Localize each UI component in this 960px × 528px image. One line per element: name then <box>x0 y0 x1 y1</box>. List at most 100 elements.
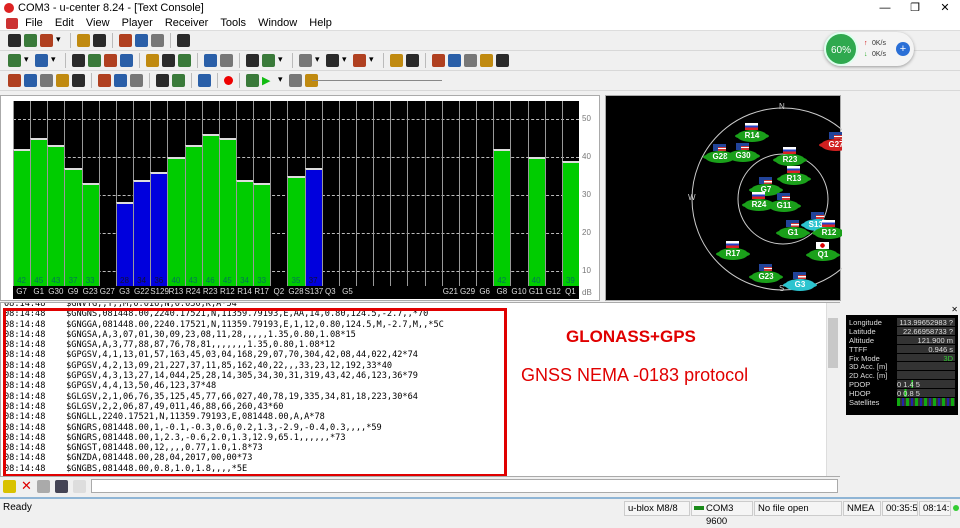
gear-2-icon[interactable] <box>114 74 127 87</box>
status-bar: Ready u-blox M8/8 COM3 9600 No file open… <box>0 497 960 527</box>
minimize-button[interactable]: — <box>870 0 900 16</box>
dropdown-icon[interactable]: ▾ <box>278 74 286 87</box>
chart-icon[interactable] <box>326 54 339 67</box>
gnss-reset-icon[interactable] <box>72 74 85 87</box>
cut-icon[interactable] <box>119 34 132 47</box>
pause-icon[interactable] <box>198 74 211 87</box>
satellite-marker[interactable]: R13 <box>779 173 809 185</box>
satellite-marker[interactable]: G30 <box>728 150 758 162</box>
dropdown-icon[interactable]: ▾ <box>342 54 350 67</box>
poll-icon[interactable] <box>178 54 191 67</box>
warm-start-icon[interactable] <box>24 74 37 87</box>
command-input[interactable] <box>90 479 838 493</box>
lock-icon[interactable] <box>3 479 16 493</box>
save-console-icon[interactable] <box>54 479 68 493</box>
rgb-icon[interactable] <box>464 54 477 67</box>
download-icon[interactable] <box>104 54 117 67</box>
satellite-marker[interactable]: R23 <box>775 154 805 166</box>
satellite-marker[interactable]: G3 <box>785 279 815 291</box>
console-icon[interactable] <box>390 54 403 67</box>
options-icon[interactable] <box>36 479 50 493</box>
record-icon[interactable] <box>224 76 233 85</box>
menu-player[interactable]: Player <box>122 16 153 30</box>
playback-slider[interactable] <box>312 80 442 81</box>
dropdown-icon[interactable]: ▾ <box>51 54 59 67</box>
gear-1-icon[interactable] <box>98 74 111 87</box>
data-label: Satellites <box>849 398 880 408</box>
plus-button[interactable]: + <box>896 42 910 56</box>
cold-start-icon[interactable] <box>40 74 53 87</box>
table-view-icon[interactable] <box>262 54 275 67</box>
status-time: 08:14:5 <box>919 501 951 516</box>
baudrate-icon[interactable] <box>35 54 48 67</box>
clear-icon[interactable]: ✕ <box>21 478 32 494</box>
print-preview-icon[interactable] <box>93 34 106 47</box>
camera-icon[interactable] <box>480 54 493 67</box>
autobaud-wand-icon[interactable] <box>72 54 85 67</box>
dropdown-icon[interactable]: ▾ <box>24 54 32 67</box>
window-icon[interactable] <box>496 54 509 67</box>
menu-window[interactable]: Window <box>258 16 297 30</box>
config-icon[interactable] <box>146 54 159 67</box>
toolbar-separator <box>112 33 113 48</box>
new-file-icon[interactable] <box>8 34 21 47</box>
view-split-icon[interactable] <box>204 54 217 67</box>
restore-button[interactable]: ❐ <box>900 0 930 16</box>
paste-icon[interactable] <box>151 34 164 47</box>
gps-reset-icon[interactable] <box>56 74 69 87</box>
hot-start-icon[interactable] <box>8 74 21 87</box>
menu-file[interactable]: File <box>25 16 43 30</box>
stop-icon[interactable] <box>172 74 185 87</box>
close-button[interactable]: ✕ <box>930 0 960 16</box>
statistic-icon[interactable] <box>246 54 259 67</box>
step-icon[interactable] <box>246 74 259 87</box>
pause-console-icon[interactable] <box>72 479 86 493</box>
dropdown-icon[interactable]: ▾ <box>278 54 286 67</box>
satellite-marker[interactable]: R17 <box>718 248 748 260</box>
data-row: Satellites <box>849 398 955 407</box>
mdi-child-icon[interactable] <box>6 17 18 29</box>
upload-icon[interactable] <box>120 54 133 67</box>
data-row: 3D Acc. [m] <box>849 362 955 371</box>
menu-help[interactable]: Help <box>309 16 332 30</box>
deviation-icon[interactable] <box>406 54 419 67</box>
copy-icon[interactable] <box>135 34 148 47</box>
view-panel-icon[interactable] <box>220 54 233 67</box>
dropdown-icon[interactable]: ▾ <box>315 54 323 67</box>
open-icon[interactable] <box>40 34 53 47</box>
toolbar-separator <box>217 73 218 88</box>
satellite-marker[interactable]: R12 <box>814 227 844 239</box>
sky-view-icon[interactable] <box>432 54 445 67</box>
download-arrow-icon: ↓ <box>864 51 868 58</box>
connection-icon[interactable] <box>8 54 21 67</box>
messages-icon[interactable] <box>162 54 175 67</box>
histogram-icon[interactable] <box>353 54 366 67</box>
flag-us-icon <box>829 132 842 139</box>
play-icon[interactable]: ▶ <box>262 74 275 87</box>
settings-icon[interactable] <box>177 34 190 47</box>
satellite-marker[interactable]: Q1 <box>808 249 838 261</box>
scrollbar-thumb[interactable] <box>828 318 838 368</box>
flag-ru-icon <box>726 241 739 248</box>
panel-close-icon[interactable]: ✕ <box>846 305 958 314</box>
menu-edit[interactable]: Edit <box>55 16 74 30</box>
satellite-marker[interactable]: G23 <box>751 271 781 283</box>
menu-view[interactable]: View <box>86 16 110 30</box>
eject-icon[interactable] <box>156 74 169 87</box>
gear-3-icon[interactable] <box>130 74 143 87</box>
signal-strength-view: 42 45 43 37 33 28 34 36 40 43 46 45 34 33 35 37 42 40 39 G… <box>0 95 600 301</box>
status-ready: Ready <box>3 502 32 513</box>
satellite-marker[interactable]: G11 <box>769 200 799 212</box>
menu-receiver[interactable]: Receiver <box>165 16 208 30</box>
dropdown-icon[interactable]: ▾ <box>369 54 377 67</box>
menu-tools[interactable]: Tools <box>220 16 246 30</box>
dropdown-icon[interactable]: ▾ <box>56 34 64 47</box>
fast-forward-icon[interactable] <box>289 74 302 87</box>
satellite-marker[interactable]: G1 <box>778 227 808 239</box>
debug-bug-icon[interactable] <box>88 54 101 67</box>
signal-icon[interactable] <box>448 54 461 67</box>
map-icon[interactable] <box>299 54 312 67</box>
print-icon[interactable] <box>77 34 90 47</box>
save-icon[interactable] <box>24 34 37 47</box>
satellite-marker[interactable]: R14 <box>737 130 767 142</box>
